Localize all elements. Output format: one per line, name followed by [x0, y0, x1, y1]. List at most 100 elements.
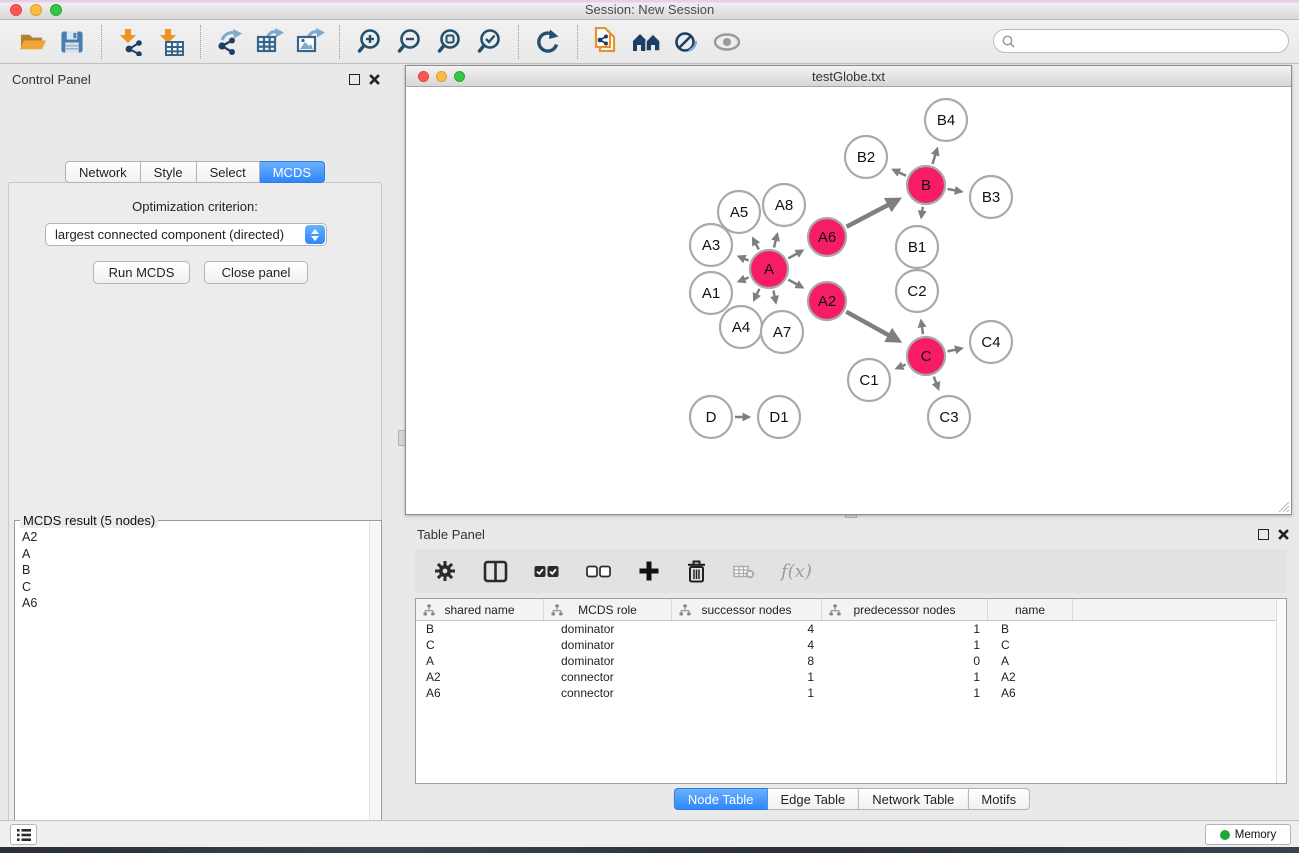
graph-edge-A-A1[interactable]: [739, 277, 749, 281]
zoom-selected-button[interactable]: [469, 25, 509, 59]
zoom-out-button[interactable]: [389, 25, 429, 59]
network-canvas[interactable]: B4B2BB3A5A8A6A3B1AA1C2A2A4A7CC4C1C3DD1: [406, 87, 1291, 514]
automation-panel-button[interactable]: [10, 824, 37, 845]
table-cell[interactable]: A6: [416, 685, 544, 701]
graph-node-A6[interactable]: A6: [808, 218, 846, 256]
criterion-select[interactable]: largest connected component (directed): [45, 223, 327, 246]
hide-graphics-details-button[interactable]: [667, 25, 707, 59]
table-cell[interactable]: 1: [822, 685, 988, 701]
graph-node-A3[interactable]: A3: [690, 224, 732, 266]
graph-node-B1[interactable]: B1: [896, 226, 938, 268]
graph-node-A4[interactable]: A4: [720, 306, 762, 348]
table-cell[interactable]: 1: [822, 621, 988, 637]
table-settings-button[interactable]: [433, 556, 457, 586]
graph-edge-B-B2[interactable]: [893, 170, 906, 176]
table-cell[interactable]: 0: [822, 653, 988, 669]
create-column-button[interactable]: [638, 556, 660, 586]
column-header-predecessor-nodes[interactable]: predecessor nodes: [822, 599, 988, 620]
table-cell[interactable]: connector: [544, 685, 672, 701]
refresh-button[interactable]: [528, 25, 568, 59]
graph-edge-B-B4[interactable]: [933, 149, 938, 164]
table-cell[interactable]: A: [988, 653, 1073, 669]
graph-edge-A-A6[interactable]: [788, 251, 802, 259]
graph-edge-A-A7[interactable]: [773, 291, 776, 303]
graph-node-C2[interactable]: C2: [896, 270, 938, 312]
table-cell[interactable]: 8: [672, 653, 822, 669]
graph-edge-A-A2[interactable]: [788, 280, 802, 288]
mcds-result-item[interactable]: A6: [22, 595, 365, 612]
save-session-button[interactable]: [52, 25, 92, 59]
table-cell[interactable]: A2: [988, 669, 1073, 685]
graph-edge-B-B3[interactable]: [948, 189, 962, 192]
table-cell[interactable]: A: [416, 653, 544, 669]
graph-node-A8[interactable]: A8: [763, 184, 805, 226]
import-table-button[interactable]: [151, 25, 191, 59]
close-panel-button[interactable]: Close panel: [204, 261, 308, 284]
tab-edge-table[interactable]: Edge Table: [767, 788, 859, 810]
minimize-view-button[interactable]: [436, 71, 447, 82]
graph-node-A7[interactable]: A7: [761, 311, 803, 353]
float-panel-icon[interactable]: [349, 74, 360, 85]
export-table-button[interactable]: [250, 25, 290, 59]
cyndex-browser-button[interactable]: [627, 25, 667, 59]
graph-edge-A2-C[interactable]: [846, 312, 899, 341]
graph-edge-A-A4[interactable]: [754, 289, 759, 300]
table-cell[interactable]: dominator: [544, 621, 672, 637]
graph-edge-B-B1[interactable]: [921, 207, 923, 218]
table-cell[interactable]: 4: [672, 637, 822, 653]
graph-node-A[interactable]: A: [750, 250, 788, 288]
graph-edge-A-A8[interactable]: [774, 234, 777, 247]
tab-mcds[interactable]: MCDS: [260, 161, 325, 183]
show-columns-button[interactable]: [483, 556, 508, 586]
graph-node-B2[interactable]: B2: [845, 136, 887, 178]
open-file-button[interactable]: [12, 25, 52, 59]
table-cell[interactable]: 1: [672, 685, 822, 701]
table-row[interactable]: Bdominator41B: [416, 621, 1276, 637]
graph-edge-A-A3[interactable]: [739, 257, 749, 261]
table-cell[interactable]: C: [416, 637, 544, 653]
column-header-name[interactable]: name: [988, 599, 1073, 620]
mcds-result-item[interactable]: A: [22, 546, 365, 563]
zoom-in-button[interactable]: [349, 25, 389, 59]
graph-node-A2[interactable]: A2: [808, 282, 846, 320]
table-row[interactable]: Adominator80A: [416, 653, 1276, 669]
deselect-all-button[interactable]: [586, 556, 612, 586]
export-image-button[interactable]: [290, 25, 330, 59]
close-panel-icon[interactable]: [369, 74, 380, 85]
table-cell[interactable]: connector: [544, 669, 672, 685]
delete-columns-button[interactable]: [686, 556, 707, 586]
table-row[interactable]: A2connector11A2: [416, 669, 1276, 685]
import-network-button[interactable]: [111, 25, 151, 59]
table-row[interactable]: A6connector11A6: [416, 685, 1276, 701]
graph-node-C1[interactable]: C1: [848, 359, 890, 401]
tab-select[interactable]: Select: [197, 161, 260, 183]
table-cell[interactable]: 4: [672, 621, 822, 637]
graph-edge-A-A5[interactable]: [753, 239, 759, 250]
graph-node-A1[interactable]: A1: [690, 272, 732, 314]
open-network-document-button[interactable]: [587, 25, 627, 59]
graph-node-B[interactable]: B: [907, 166, 945, 204]
table-cell[interactable]: 1: [822, 637, 988, 653]
graph-node-C3[interactable]: C3: [928, 396, 970, 438]
table-cell[interactable]: B: [988, 621, 1073, 637]
resize-grip-icon[interactable]: [1277, 500, 1290, 513]
table-cell[interactable]: A6: [988, 685, 1073, 701]
tab-style[interactable]: Style: [141, 161, 197, 183]
mcds-result-scrollbar[interactable]: [369, 522, 380, 853]
table-cell[interactable]: B: [416, 621, 544, 637]
table-cell[interactable]: A2: [416, 669, 544, 685]
close-panel-icon[interactable]: [1278, 529, 1289, 540]
zoom-view-button[interactable]: [454, 71, 465, 82]
float-panel-icon[interactable]: [1258, 529, 1269, 540]
graph-edge-C-C3[interactable]: [934, 377, 939, 389]
search-input[interactable]: [1020, 32, 1288, 50]
mcds-result-item[interactable]: B: [22, 562, 365, 579]
graph-node-C4[interactable]: C4: [970, 321, 1012, 363]
column-header-shared-name[interactable]: shared name: [416, 599, 544, 620]
tab-network-table[interactable]: Network Table: [859, 788, 968, 810]
graph-edge-A6-B[interactable]: [847, 200, 899, 227]
zoom-fit-button[interactable]: [429, 25, 469, 59]
run-mcds-button[interactable]: Run MCDS: [93, 261, 190, 284]
mcds-result-item[interactable]: A2: [22, 529, 365, 546]
tab-motifs[interactable]: Motifs: [968, 788, 1030, 810]
